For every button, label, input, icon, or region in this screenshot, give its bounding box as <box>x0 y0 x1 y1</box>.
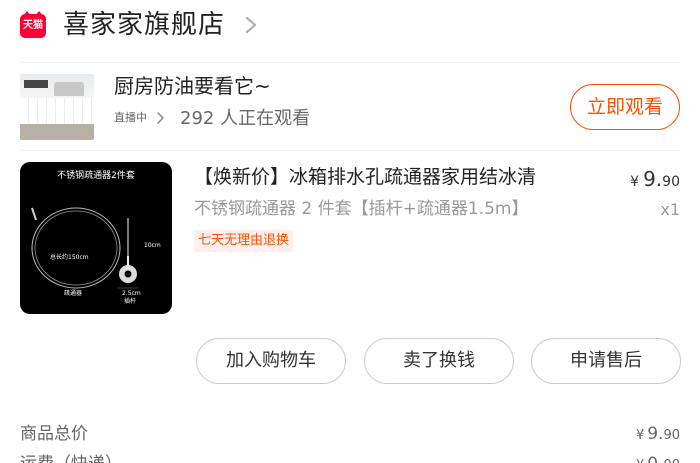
product-title[interactable]: 【焕新价】冰箱排水孔疏通器家用结冰清 <box>194 163 604 191</box>
shipping-value: ¥0.00 <box>636 452 680 463</box>
product-price: ¥9.90 <box>630 165 680 196</box>
product-spec: 不锈钢疏通器 2 件套【插杆+疏通器1.5m】 <box>194 199 529 219</box>
total-decimal: 90 <box>663 428 680 443</box>
label-rod-width: 2.5cm <box>122 290 141 297</box>
total-integer: 9. <box>647 424 664 444</box>
label-rod-length: 10cm <box>144 242 161 249</box>
product-quantity: x1 <box>660 200 680 219</box>
tmall-logo: 天猫 <box>20 11 46 38</box>
live-thumbnail[interactable] <box>20 74 94 140</box>
live-status: 直播中 <box>114 111 147 124</box>
live-title[interactable]: 厨房防油要看它~ <box>114 72 271 100</box>
currency-symbol: ¥ <box>635 428 645 443</box>
tmall-logo-text: 天猫 <box>23 20 43 31</box>
chevron-right-icon[interactable] <box>240 12 262 38</box>
label-dredger: 疏通器 <box>64 290 83 297</box>
store-name[interactable]: 喜家家旗舰店 <box>63 8 225 42</box>
shipping-decimal: 00 <box>663 458 680 463</box>
return-policy-badge: 七天无理由退换 <box>194 230 294 252</box>
price-decimal: 90 <box>662 174 680 190</box>
label-length: 总长约150cm <box>50 254 89 261</box>
product-image[interactable]: 不锈钢疏通器2件套 总长约150cm 疏通器 10cm 2.5cm 插杆 <box>20 162 172 314</box>
total-price-value: ¥9.90 <box>636 422 680 448</box>
after-sales-button[interactable]: 申请售后 <box>531 338 681 384</box>
total-price-label: 商品总价 <box>20 424 88 444</box>
product-illustration <box>31 207 138 289</box>
resell-button[interactable]: 卖了换钱 <box>364 338 514 384</box>
divider <box>20 150 680 151</box>
shipping-integer: 0. <box>647 454 663 463</box>
label-rod: 插杆 <box>124 298 137 305</box>
shipping-label: 运费（快递） <box>20 452 122 463</box>
price-integer: 9. <box>643 167 663 191</box>
chevron-right-icon <box>157 112 164 124</box>
currency-symbol: ¥ <box>636 458 644 463</box>
currency-symbol: ¥ <box>630 174 640 190</box>
store-header[interactable]: 天猫 喜家家旗舰店 <box>0 0 700 50</box>
live-viewer-count: 292 人正在观看 <box>180 108 311 129</box>
divider <box>20 62 680 63</box>
watch-now-button[interactable]: 立即观看 <box>570 84 680 130</box>
add-to-cart-button[interactable]: 加入购物车 <box>196 338 346 384</box>
